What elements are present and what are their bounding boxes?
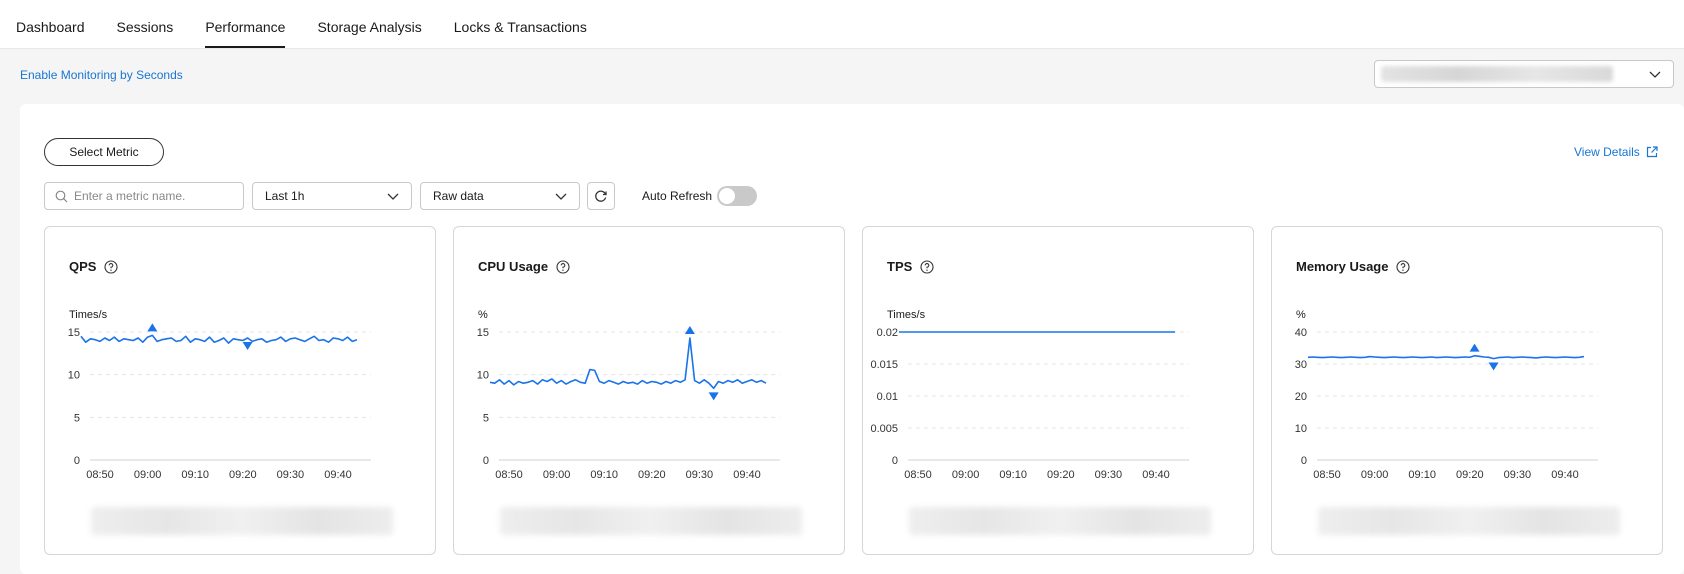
chevron-down-icon xyxy=(387,193,399,200)
tab-locks-transactions[interactable]: Locks & Transactions xyxy=(454,19,603,48)
min-marker xyxy=(708,392,719,401)
auto-refresh-toggle[interactable] xyxy=(717,186,757,206)
instance-select[interactable] xyxy=(1374,60,1674,88)
y-tick-label: 0 xyxy=(892,455,898,467)
data-mode-select[interactable]: Raw data xyxy=(420,182,580,210)
min-marker xyxy=(1488,362,1499,371)
tab-sessions[interactable]: Sessions xyxy=(117,19,190,48)
max-marker xyxy=(684,325,695,334)
metric-search-input[interactable] xyxy=(74,189,234,203)
legend-redacted xyxy=(1318,507,1620,535)
sub-bar: Enable Monitoring by Seconds xyxy=(0,49,1684,104)
x-tick-label: 09:00 xyxy=(952,469,980,481)
x-tick-label: 08:50 xyxy=(86,469,114,481)
x-tick-label: 09:10 xyxy=(1408,469,1436,481)
y-tick-label: 15 xyxy=(477,327,489,339)
legend-redacted xyxy=(500,507,802,535)
legend-redacted xyxy=(909,507,1211,535)
x-tick-label: 09:40 xyxy=(1551,469,1579,481)
x-tick-label: 09:20 xyxy=(638,469,666,481)
x-tick-label: 09:00 xyxy=(1361,469,1389,481)
series-line xyxy=(489,337,767,390)
chevron-down-icon xyxy=(555,193,567,200)
max-marker xyxy=(147,323,158,332)
metric-search[interactable] xyxy=(44,182,244,210)
select-metric-button[interactable]: Select Metric xyxy=(44,138,164,166)
time-range-select[interactable]: Last 1h xyxy=(252,182,412,210)
x-tick-label: 09:30 xyxy=(686,469,714,481)
x-tick-label: 08:50 xyxy=(904,469,932,481)
y-tick-label: 0.005 xyxy=(870,423,898,435)
x-tick-label: 09:30 xyxy=(277,469,305,481)
y-tick-label: 5 xyxy=(74,412,80,424)
x-tick-label: 09:40 xyxy=(733,469,761,481)
y-tick-label: 0 xyxy=(1301,455,1307,467)
x-tick-label: 09:10 xyxy=(181,469,209,481)
auto-refresh-label: Auto Refresh xyxy=(642,189,713,203)
enable-monitoring-link[interactable]: Enable Monitoring by Seconds xyxy=(20,68,183,82)
y-tick-label: 0.01 xyxy=(877,391,898,403)
x-tick-label: 09:10 xyxy=(999,469,1027,481)
x-tick-label: 08:50 xyxy=(1313,469,1341,481)
y-tick-label: 10 xyxy=(1295,423,1307,435)
external-link-icon xyxy=(1646,146,1658,158)
y-tick-label: 0.02 xyxy=(877,327,898,339)
x-tick-label: 09:10 xyxy=(590,469,618,481)
series-line xyxy=(1307,354,1585,360)
y-tick-label: 20 xyxy=(1295,391,1307,403)
search-icon xyxy=(55,190,68,202)
x-tick-label: 09:30 xyxy=(1504,469,1532,481)
refresh-icon xyxy=(595,190,607,202)
x-tick-label: 09:40 xyxy=(1142,469,1170,481)
chart-card-qps: QPS Times/s 0 5 10 15 08:50 09:00 09:10 09:20 09… xyxy=(44,226,436,555)
x-tick-label: 09:00 xyxy=(134,469,162,481)
view-details-label: View Details xyxy=(1574,145,1640,159)
top-nav: Dashboard Sessions Performance Storage A… xyxy=(0,0,1684,49)
max-marker xyxy=(1469,343,1480,352)
y-tick-label: 40 xyxy=(1295,327,1307,339)
view-details-link[interactable]: View Details xyxy=(1574,145,1658,159)
y-tick-label: 0 xyxy=(483,455,489,467)
time-range-value: Last 1h xyxy=(265,189,305,203)
refresh-button[interactable] xyxy=(587,182,615,210)
chart-card-memory-usage: Memory Usage % 0 10 20 30 40 08:50 09:00 09:10 0… xyxy=(1271,226,1663,555)
y-tick-label: 15 xyxy=(68,327,80,339)
data-mode-value: Raw data xyxy=(433,189,484,203)
tab-dashboard[interactable]: Dashboard xyxy=(16,19,101,48)
legend-redacted xyxy=(91,507,393,535)
performance-panel: Select Metric View Details Last 1h Raw d… xyxy=(20,104,1684,574)
y-tick-label: 5 xyxy=(483,412,489,424)
toggle-knob xyxy=(719,188,735,204)
x-tick-label: 08:50 xyxy=(495,469,523,481)
y-tick-label: 10 xyxy=(68,370,80,382)
min-marker xyxy=(242,341,253,350)
x-tick-label: 09:20 xyxy=(229,469,257,481)
y-tick-label: 30 xyxy=(1295,359,1307,371)
y-tick-label: 0.015 xyxy=(870,359,898,371)
x-tick-label: 09:30 xyxy=(1095,469,1123,481)
instance-name-redacted xyxy=(1381,66,1613,82)
x-tick-label: 09:20 xyxy=(1047,469,1075,481)
series-line xyxy=(80,334,358,344)
y-tick-label: 10 xyxy=(477,370,489,382)
y-tick-label: 0 xyxy=(74,455,80,467)
x-tick-label: 09:00 xyxy=(543,469,571,481)
chart-card-tps: TPS Times/s 0 0.005 0.01 0.015 0.02 08:50 09:0… xyxy=(862,226,1254,555)
tab-storage-analysis[interactable]: Storage Analysis xyxy=(317,19,437,48)
x-tick-label: 09:40 xyxy=(324,469,352,481)
tab-performance[interactable]: Performance xyxy=(205,19,301,48)
x-tick-label: 09:20 xyxy=(1456,469,1484,481)
chart-card-cpu-usage: CPU Usage % 0 5 10 15 08:50 09:00 09:10 09:20 09… xyxy=(453,226,845,555)
chevron-down-icon xyxy=(1649,71,1661,78)
